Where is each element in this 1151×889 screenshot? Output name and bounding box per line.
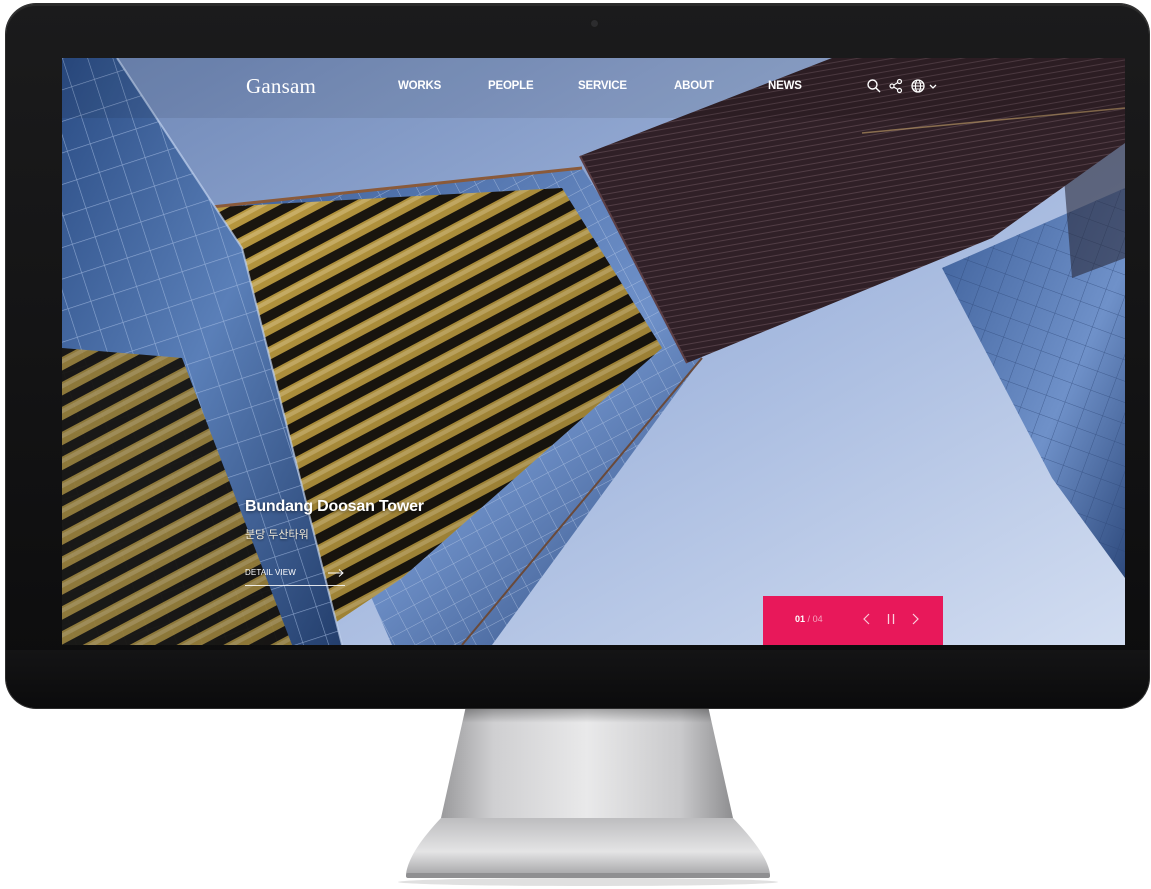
nav-item-about[interactable]: ABOUT — [674, 80, 714, 92]
site-logo[interactable]: Gansam — [246, 74, 316, 99]
slide-current: 01 — [795, 614, 806, 624]
search-icon[interactable] — [866, 78, 882, 94]
slide-counter: 01 / 04 — [795, 614, 823, 624]
nav-item-news[interactable]: NEWS — [768, 80, 802, 92]
monitor-mockup: Gansam WORKS PEOPLE SERVICE ABOUT NEWS B… — [0, 0, 1151, 889]
monitor-chin — [6, 650, 1149, 708]
globe-icon[interactable] — [910, 78, 926, 94]
chevron-down-icon[interactable] — [928, 78, 938, 94]
website-screen: Gansam WORKS PEOPLE SERVICE ABOUT NEWS B… — [62, 58, 1125, 645]
chevron-left-icon[interactable] — [859, 610, 875, 628]
slide-separator: / — [807, 614, 811, 624]
project-title: Bundang Doosan Tower — [245, 498, 424, 515]
nav-item-service[interactable]: SERVICE — [578, 80, 627, 92]
share-icon[interactable] — [888, 78, 904, 94]
detail-view-label: DETAIL VIEW — [245, 568, 296, 577]
slider-controls: 01 / 04 — [763, 596, 943, 645]
nav-item-works[interactable]: WORKS — [398, 80, 441, 92]
arrow-right-icon — [327, 568, 345, 580]
hero-image — [62, 58, 1125, 645]
pause-icon[interactable] — [883, 610, 899, 628]
project-subtitle: 분당 두산타워 — [245, 529, 309, 541]
detail-view-link[interactable]: DETAIL VIEW — [245, 563, 345, 586]
nav-item-people[interactable]: PEOPLE — [488, 80, 534, 92]
camera-dot — [591, 20, 598, 27]
chevron-right-icon[interactable] — [907, 610, 923, 628]
slide-total: 04 — [812, 614, 823, 624]
header-tools — [866, 78, 938, 94]
